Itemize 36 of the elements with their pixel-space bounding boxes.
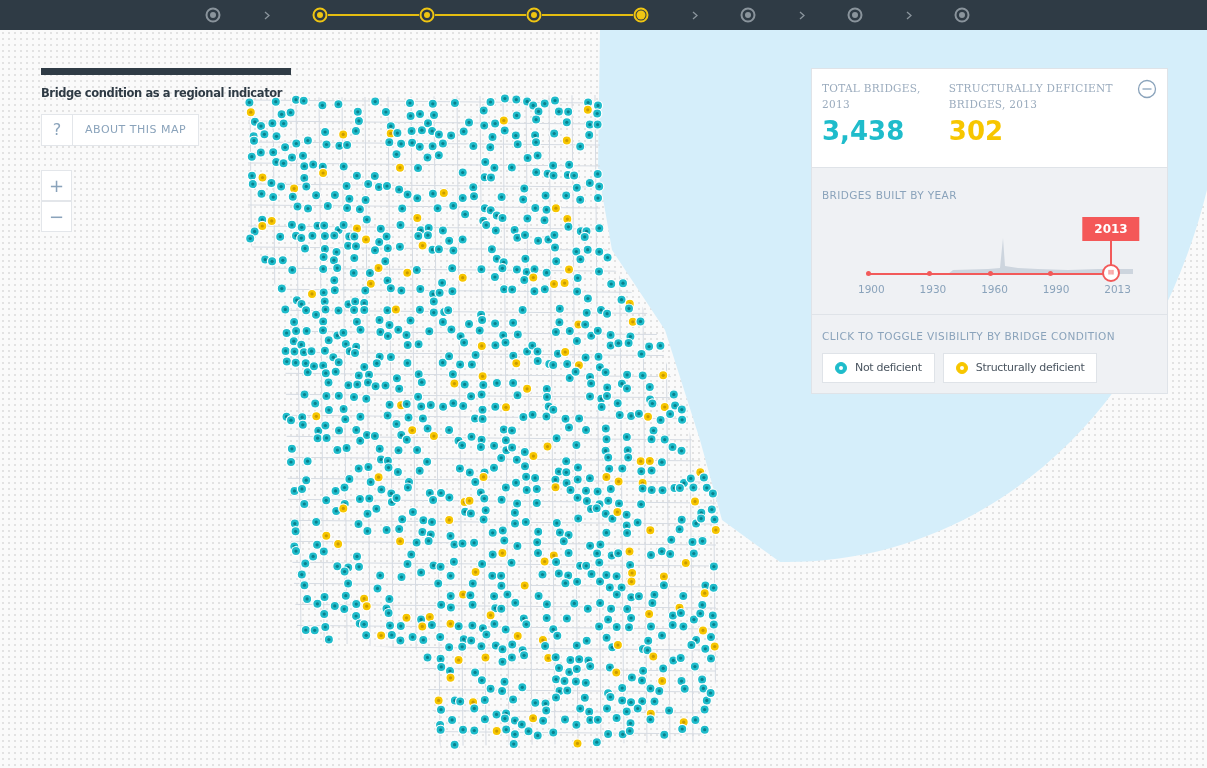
collapse-icon[interactable] [1137, 79, 1157, 99]
step-dot[interactable] [526, 7, 542, 23]
map-title: Bridge condition as a regional indicator [41, 85, 282, 102]
step-dot[interactable] [205, 7, 221, 23]
tick-label: 1900 [858, 281, 885, 297]
tick-mark [926, 270, 932, 276]
stat-label: STRUCTURALLY DEFICIENT BRIDGES, 2013 [948, 81, 1114, 112]
chevron-icon [905, 10, 912, 20]
stat-label: TOTAL BRIDGES, 2013 [822, 81, 922, 112]
tick-mark [987, 270, 993, 276]
chevron-icon [263, 10, 270, 20]
zoom-out-button[interactable]: − [41, 201, 72, 232]
step-dot[interactable] [954, 7, 970, 23]
section-heading: BRIDGES BUILT BY YEAR [822, 188, 958, 204]
tick-mark [1048, 270, 1054, 276]
condition-toggle[interactable]: Not deficient [822, 352, 935, 384]
section-heading: CLICK TO TOGGLE VISIBILITY BY BRIDGE CONDITION [822, 328, 1116, 344]
tick-label: 1930 [919, 281, 947, 297]
tick-mark [866, 270, 871, 276]
tick-label: 2013 [1104, 281, 1131, 297]
stat-value: 302 [948, 116, 1005, 146]
step-dot[interactable] [740, 7, 756, 23]
stat-value: 3,438 [822, 116, 906, 146]
slider-thumb[interactable] [1102, 263, 1120, 282]
zoom-in-button[interactable]: + [41, 170, 72, 201]
tick-label: 1990 [1042, 281, 1070, 297]
step-dot[interactable] [419, 7, 435, 23]
chevron-icon [691, 10, 698, 20]
year-tooltip: 2013 [1082, 216, 1140, 241]
step-dot[interactable] [633, 7, 649, 23]
step-dot[interactable] [312, 7, 328, 23]
chevron-icon [798, 10, 805, 20]
about-map-button[interactable]: ? ABOUT THIS MAP [41, 114, 200, 146]
condition-toggle[interactable]: Structurally deficient [942, 352, 1098, 384]
tick-label: 1960 [981, 281, 1008, 297]
step-dot[interactable] [847, 7, 863, 23]
